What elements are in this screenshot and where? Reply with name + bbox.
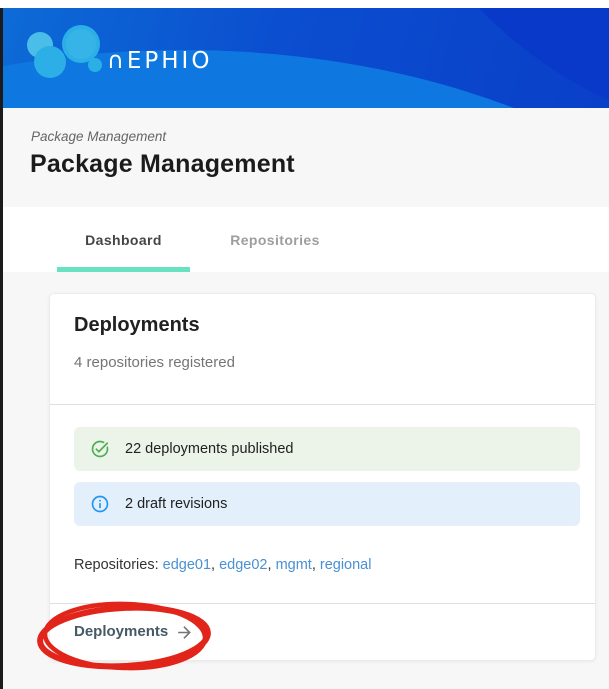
logo-wordmark: ∩EPHIO (107, 48, 212, 74)
arrow-right-icon (175, 623, 194, 642)
active-tab-indicator (57, 267, 190, 272)
breadcrumb: Package Management (31, 129, 166, 144)
repo-link-edge02[interactable]: edge02 (219, 557, 267, 573)
logo-bubble-icon (88, 58, 102, 72)
tab-repositories[interactable]: Repositories (190, 207, 360, 272)
repositories-label: Repositories: (74, 557, 159, 573)
tab-dashboard-label: Dashboard (85, 232, 162, 248)
window-left-edge (0, 8, 3, 689)
tab-dashboard[interactable]: Dashboard (57, 207, 190, 272)
task-check-icon (90, 439, 110, 459)
repositories-line: Repositories: edge01, edge02, mgmt, regi… (74, 557, 579, 573)
tab-bar: Dashboard Repositories (3, 207, 609, 272)
published-banner-text: 22 deployments published (125, 441, 293, 457)
deployments-card-body: 22 deployments published 2 draft revisio… (50, 405, 595, 604)
deployments-footer-link[interactable]: Deployments (74, 621, 194, 642)
card-subtitle: 4 repositories registered (74, 354, 571, 371)
deployments-card-footer: Deployments (50, 604, 595, 659)
repo-link-regional[interactable]: regional (320, 557, 372, 573)
drafts-banner: 2 draft revisions (74, 482, 580, 526)
separator: , (211, 557, 219, 573)
app-header: ∩EPHIO (3, 8, 609, 108)
logo-bubble-icon (34, 46, 66, 78)
deployments-card: Deployments 4 repositories registered 22… (49, 293, 596, 661)
logo-bubble-icon (66, 29, 96, 59)
separator: , (312, 557, 320, 573)
published-banner: 22 deployments published (74, 427, 580, 471)
card-title: Deployments (74, 314, 571, 337)
deployments-card-header: Deployments 4 repositories registered (50, 294, 595, 405)
tab-repositories-label: Repositories (230, 232, 320, 248)
repo-link-edge01[interactable]: edge01 (163, 557, 211, 573)
drafts-banner-text: 2 draft revisions (125, 496, 227, 512)
deployments-footer-label: Deployments (74, 623, 168, 640)
repo-link-mgmt[interactable]: mgmt (276, 557, 312, 573)
window-top-strip (0, 0, 609, 8)
info-icon (90, 494, 110, 514)
separator: , (268, 557, 276, 573)
page-title: Package Management (30, 150, 295, 179)
nephio-logo[interactable]: ∩EPHIO (3, 8, 283, 108)
